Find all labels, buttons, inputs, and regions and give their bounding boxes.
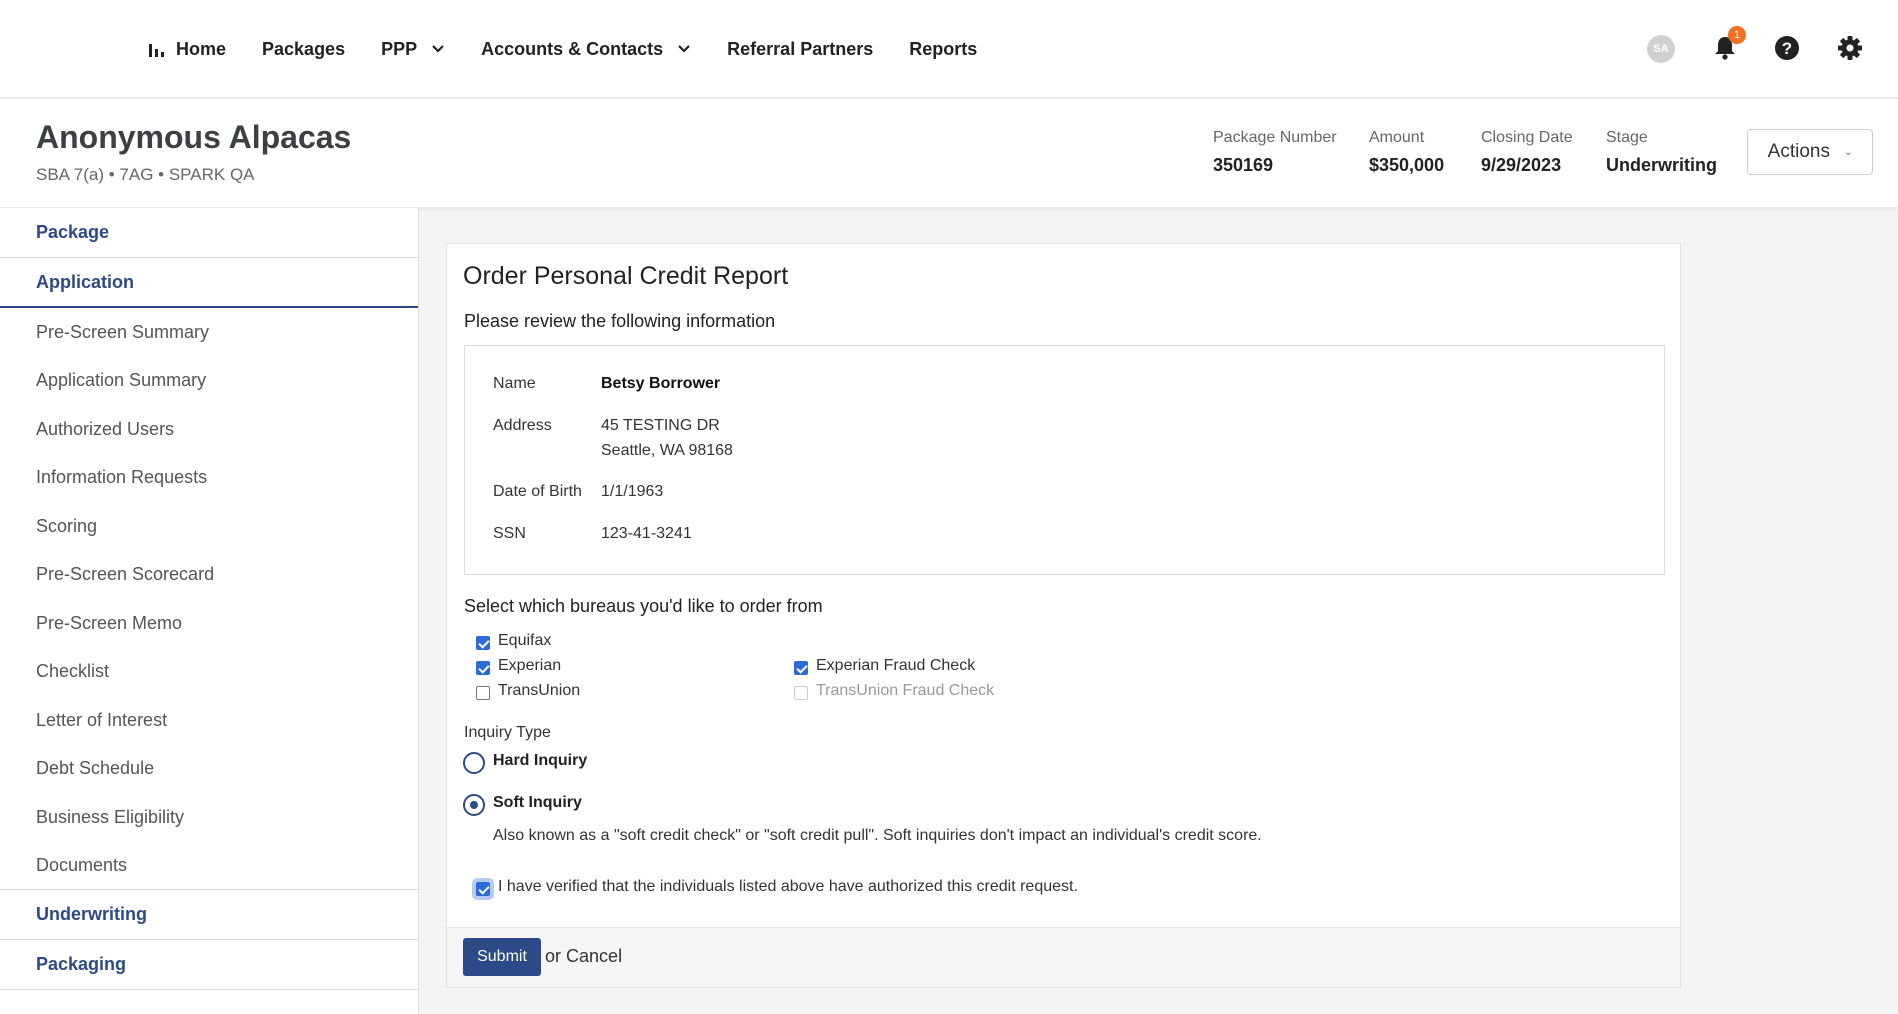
experian-fraud-checkbox[interactable] bbox=[794, 661, 808, 675]
equifax-label: Equifax bbox=[498, 632, 552, 649]
experian-fraud-label: Experian Fraud Check bbox=[816, 657, 976, 674]
closing-date-field: Closing Date 9/29/2023 bbox=[1481, 129, 1573, 176]
notification-badge: 1 bbox=[1728, 26, 1746, 44]
sidebar-section-packaging[interactable]: Packaging bbox=[0, 940, 418, 990]
stage-value: Underwriting bbox=[1606, 155, 1717, 175]
sidebar-item-pre-screen-scorecard[interactable]: Pre-Screen Scorecard bbox=[0, 551, 418, 600]
cancel-link[interactable]: Cancel bbox=[566, 946, 622, 966]
credit-report-form: Order Personal Credit Report Please revi… bbox=[446, 243, 1681, 988]
form-title: Order Personal Credit Report bbox=[463, 262, 789, 290]
experian-label: Experian bbox=[498, 657, 562, 674]
sidebar-item-scoring[interactable]: Scoring bbox=[0, 502, 418, 551]
nav-reports-label: Reports bbox=[909, 38, 978, 59]
sidebar-item-authorized-users[interactable]: Authorized Users bbox=[0, 405, 418, 454]
address-label: Address bbox=[493, 417, 552, 434]
package-number-value: 350169 bbox=[1213, 155, 1274, 175]
amount-field: Amount $350,000 bbox=[1369, 129, 1444, 176]
amount-value: $350,000 bbox=[1369, 155, 1445, 175]
amount-label: Amount bbox=[1369, 129, 1425, 146]
sidebar-section-package[interactable]: Package bbox=[0, 208, 418, 258]
nav-reports[interactable]: Reports bbox=[909, 39, 977, 60]
borrower-info-box: Name Betsy Borrower Address 45 TESTING D… bbox=[464, 345, 1665, 575]
ssn-value: 123-41-3241 bbox=[601, 525, 692, 542]
or-cancel: or Cancel bbox=[545, 946, 622, 967]
address-line1: 45 TESTING DR bbox=[601, 417, 720, 434]
soft-inquiry-description: Also known as a "soft credit check" or "… bbox=[493, 827, 1262, 844]
submit-button[interactable]: Submit bbox=[463, 938, 541, 976]
sidebar: Package Application Pre-Screen Summary A… bbox=[0, 208, 419, 1014]
transunion-fraud-checkbox[interactable] bbox=[794, 686, 808, 700]
sidebar-section-application[interactable]: Application bbox=[0, 258, 418, 308]
chevron-down-icon bbox=[432, 45, 444, 53]
inquiry-type-label: Inquiry Type bbox=[464, 724, 551, 741]
svg-text:?: ? bbox=[1782, 39, 1792, 58]
nav-home-label: Home bbox=[176, 38, 227, 59]
nav-ppp[interactable]: PPP bbox=[381, 39, 445, 60]
help-icon[interactable]: ? bbox=[1772, 33, 1802, 63]
name-label: Name bbox=[493, 375, 536, 392]
stage-field: Stage Underwriting bbox=[1606, 129, 1717, 176]
dob-value: 1/1/1963 bbox=[601, 483, 664, 500]
nav-menu: Home Packages PPP Accounts & Contacts Re… bbox=[148, 0, 1013, 98]
caret-down-icon: ⌄ bbox=[1843, 146, 1853, 158]
dob-label: Date of Birth bbox=[493, 483, 582, 500]
transunion-label: TransUnion bbox=[498, 682, 581, 699]
closing-date-value: 9/29/2023 bbox=[1481, 155, 1562, 175]
name-value: Betsy Borrower bbox=[601, 375, 721, 392]
nav-accounts-contacts[interactable]: Accounts & Contacts bbox=[481, 39, 691, 60]
sidebar-item-checklist[interactable]: Checklist bbox=[0, 648, 418, 697]
ssn-label: SSN bbox=[493, 525, 526, 542]
sidebar-item-letter-of-interest[interactable]: Letter of Interest bbox=[0, 696, 418, 745]
gear-icon[interactable] bbox=[1835, 33, 1865, 63]
actions-label: Actions bbox=[1767, 141, 1830, 162]
hard-inquiry-label: Hard Inquiry bbox=[493, 752, 588, 769]
sidebar-item-debt-schedule[interactable]: Debt Schedule bbox=[0, 745, 418, 794]
sidebar-item-business-eligibility[interactable]: Business Eligibility bbox=[0, 793, 418, 842]
nav-packages-label: Packages bbox=[262, 38, 346, 59]
nav-accounts-label: Accounts & Contacts bbox=[481, 38, 664, 59]
review-instructions: Please review the following information bbox=[464, 311, 776, 331]
sidebar-section-underwriting[interactable]: Underwriting bbox=[0, 890, 418, 940]
package-header: Anonymous Alpacas SBA 7(a) • 7AG • SPARK… bbox=[0, 99, 1898, 207]
nav-referral-label: Referral Partners bbox=[727, 38, 874, 59]
soft-inquiry-label: Soft Inquiry bbox=[493, 794, 582, 811]
transunion-fraud-label: TransUnion Fraud Check bbox=[816, 682, 995, 699]
stage-label: Stage bbox=[1606, 129, 1648, 146]
nav-referral-partners[interactable]: Referral Partners bbox=[727, 39, 873, 60]
soft-inquiry-radio[interactable] bbox=[463, 794, 485, 816]
transunion-checkbox[interactable] bbox=[476, 686, 490, 700]
sidebar-item-application-summary[interactable]: Application Summary bbox=[0, 357, 418, 406]
user-avatar[interactable]: SA bbox=[1647, 35, 1675, 63]
chevron-down-icon bbox=[678, 45, 690, 53]
experian-checkbox[interactable] bbox=[476, 661, 490, 675]
package-number-label: Package Number bbox=[1213, 129, 1337, 146]
address-line2: Seattle, WA 98168 bbox=[601, 442, 733, 459]
page-title: Anonymous Alpacas bbox=[36, 119, 352, 155]
nav-home[interactable]: Home bbox=[148, 39, 226, 60]
bureau-question: Select which bureaus you'd like to order… bbox=[464, 596, 823, 616]
nav-ppp-label: PPP bbox=[381, 38, 418, 59]
equifax-checkbox[interactable] bbox=[476, 636, 490, 650]
sidebar-item-pre-screen-memo[interactable]: Pre-Screen Memo bbox=[0, 599, 418, 648]
package-number-field: Package Number 350169 bbox=[1213, 129, 1337, 176]
page-subtitle: SBA 7(a) • 7AG • SPARK QA bbox=[36, 165, 255, 184]
actions-dropdown-button[interactable]: Actions ⌄ bbox=[1747, 129, 1873, 175]
form-footer: Submit or Cancel bbox=[447, 927, 1680, 987]
hard-inquiry-radio[interactable] bbox=[463, 752, 485, 774]
sidebar-item-information-requests[interactable]: Information Requests bbox=[0, 454, 418, 503]
top-navigation: Home Packages PPP Accounts & Contacts Re… bbox=[0, 0, 1898, 98]
closing-date-label: Closing Date bbox=[1481, 129, 1573, 146]
bar-chart-icon bbox=[149, 44, 164, 57]
authorization-checkbox[interactable] bbox=[476, 882, 490, 896]
sidebar-item-pre-screen-summary[interactable]: Pre-Screen Summary bbox=[0, 308, 418, 357]
authorization-label: I have verified that the individuals lis… bbox=[498, 878, 1078, 895]
nav-packages[interactable]: Packages bbox=[262, 39, 345, 60]
or-text: or bbox=[545, 946, 562, 966]
sidebar-item-documents[interactable]: Documents bbox=[0, 842, 418, 890]
